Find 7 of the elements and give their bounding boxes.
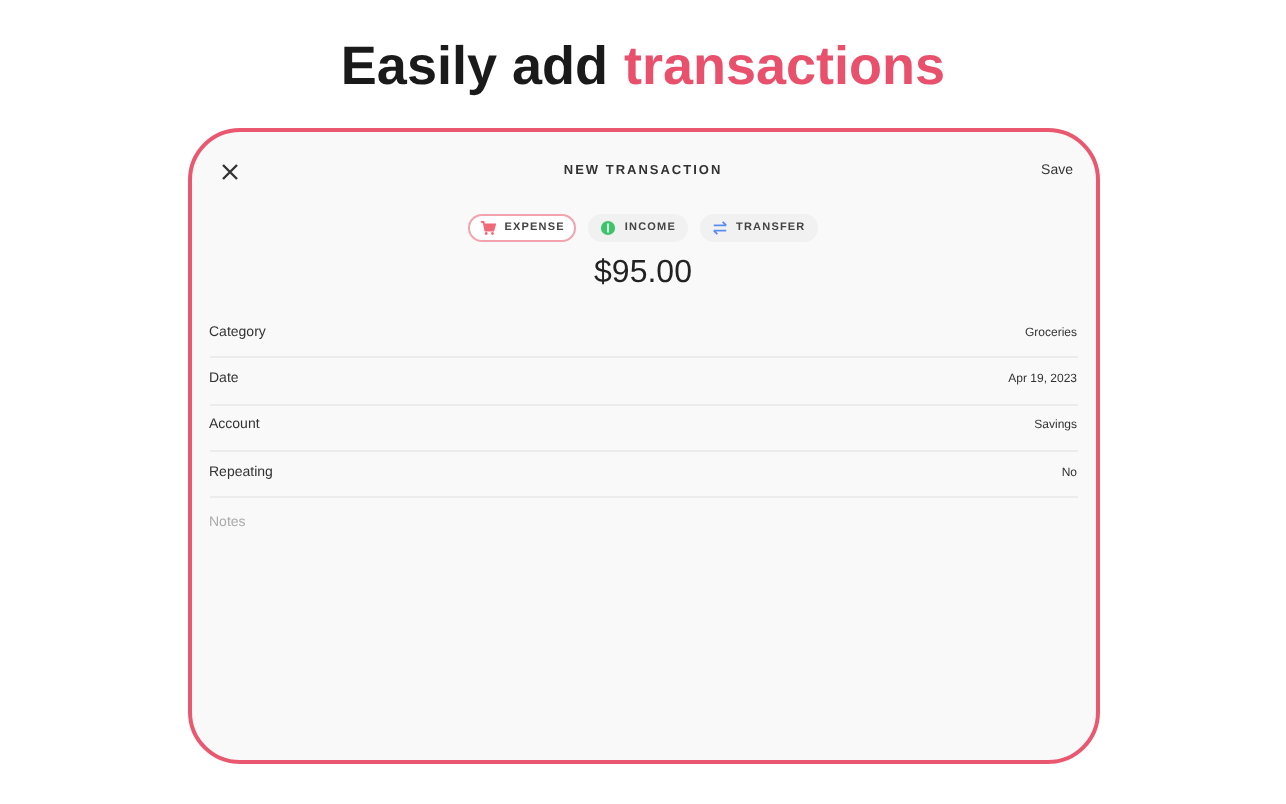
headline: Easily add: [340, 33, 608, 100]
swap-arrows-icon: [712, 220, 729, 236]
coin-icon: [600, 220, 617, 236]
cart-icon: [480, 220, 497, 236]
amount-value: $95.00: [592, 254, 694, 294]
close-icon: [221, 164, 237, 180]
headline-accent: transactions: [624, 33, 946, 100]
